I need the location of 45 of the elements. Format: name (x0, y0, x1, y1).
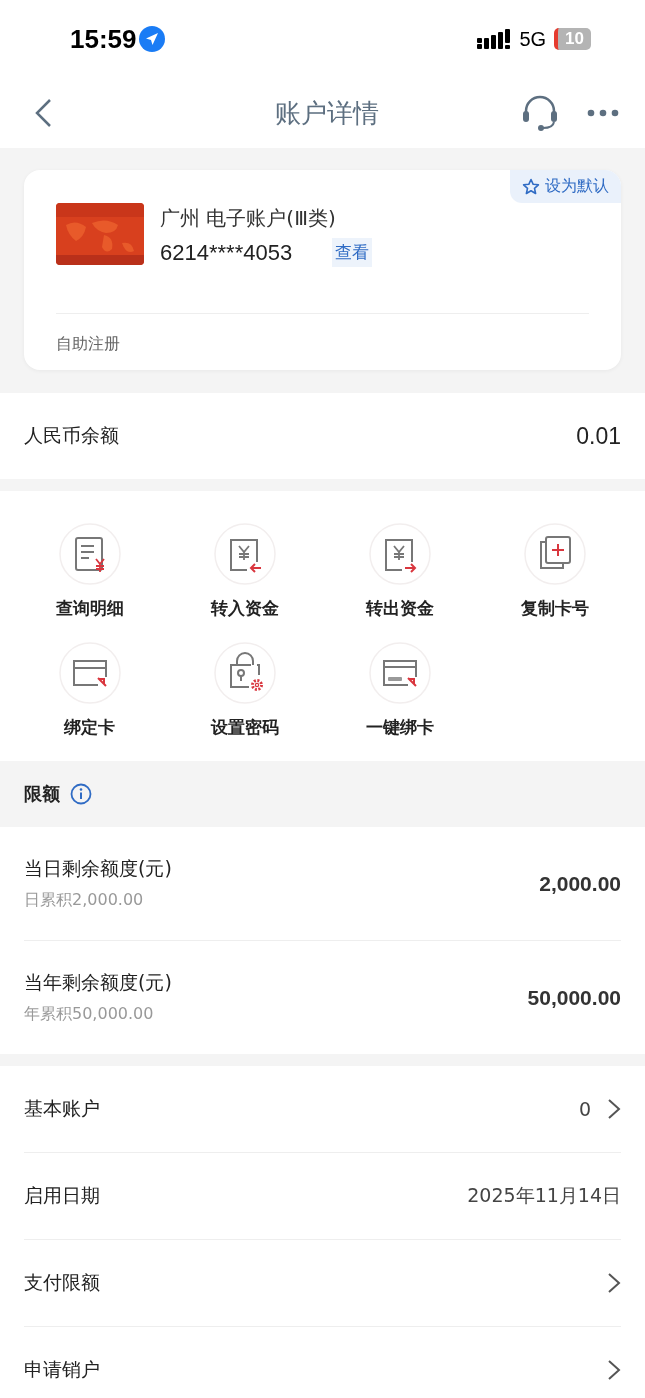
action-icon (213, 642, 276, 704)
limit-accumulated: 年累积50,000.00 (24, 1004, 155, 1025)
action-icon (58, 642, 121, 704)
card-number: 6214****4053 (160, 239, 293, 266)
view-button[interactable]: 查看 (332, 238, 373, 267)
location-icon (138, 26, 165, 52)
more-icon[interactable] (587, 109, 619, 117)
action-icon (58, 523, 121, 585)
action-icon (213, 523, 276, 585)
limit-label: 当年剩余额度(元) (24, 970, 172, 995)
settings-row[interactable]: 基本账户 0 (24, 1066, 621, 1153)
action-button[interactable]: 一键绑卡 (322, 642, 478, 739)
action-button[interactable]: 转出资金 (322, 523, 478, 620)
back-icon[interactable] (34, 98, 54, 128)
action-button[interactable]: 绑定卡 (12, 642, 168, 739)
action-button[interactable]: 复制卡号 (477, 523, 633, 620)
limit-label: 当日剩余额度(元) (24, 856, 172, 881)
limit-value: 50,000.00 (527, 985, 621, 1010)
star-icon (522, 177, 540, 196)
balance-label: 人民币余额 (24, 423, 119, 448)
action-button[interactable]: 查询明细 (12, 523, 168, 620)
info-icon[interactable] (70, 783, 92, 805)
settings-value: 2025年11月14日 (467, 1183, 621, 1208)
signal-icon (477, 29, 512, 49)
balance-value: 0.01 (576, 422, 621, 450)
limit-value: 2,000.00 (539, 871, 621, 896)
account-name: 广州 电子账户(Ⅲ类) (160, 205, 337, 232)
clock-time: 15:59 (70, 23, 137, 55)
page-title: 账户详情 (274, 96, 379, 130)
settings-row[interactable]: 申请销户 (24, 1327, 621, 1398)
headset-icon[interactable] (521, 95, 559, 131)
action-icon (369, 523, 432, 585)
action-icon (524, 523, 587, 585)
registration-label: 自助注册 (56, 333, 121, 355)
action-button[interactable]: 设置密码 (167, 642, 323, 739)
settings-row[interactable]: 支付限额 (24, 1240, 621, 1327)
section-title: 限额 (24, 782, 60, 806)
set-default-button[interactable]: 设为默认 (510, 170, 621, 203)
action-icon (369, 642, 432, 704)
battery-indicator: 10 (554, 28, 591, 50)
limit-accumulated: 日累积2,000.00 (24, 890, 145, 911)
action-button[interactable]: 转入资金 (167, 523, 323, 620)
settings-value: 0 (578, 1098, 591, 1120)
settings-row: 启用日期 2025年11月14日 (24, 1153, 621, 1240)
network-label: 5G (519, 27, 547, 51)
